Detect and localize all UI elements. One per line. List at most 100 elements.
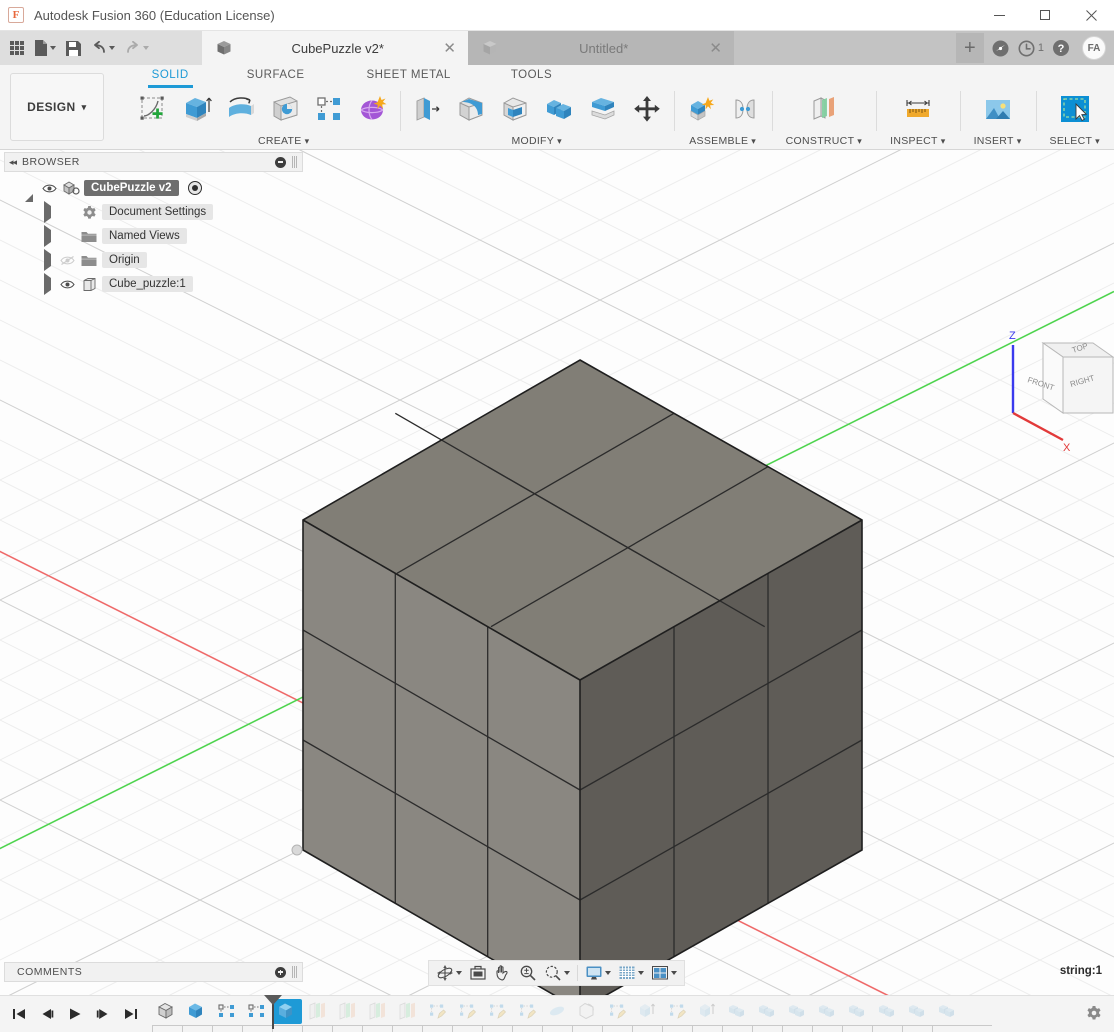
timeline-feature-combine[interactable] [902,999,932,1024]
timeline-feature-sketch-edit[interactable] [512,999,542,1024]
viewports-icon[interactable] [648,961,680,985]
tab-close-icon[interactable]: ✕ [709,41,722,56]
joint-icon[interactable] [724,87,766,131]
fillet-icon[interactable] [450,87,492,131]
save-icon[interactable] [62,35,85,61]
comments-resize-grip[interactable] [292,966,298,978]
undo-icon[interactable] [87,35,119,61]
tree-node-cube-puzzle-body[interactable]: Cube_puzzle:1 [4,272,303,296]
comments-panel[interactable]: COMMENTS [4,962,303,982]
extrude-icon[interactable] [176,87,218,131]
browser-resize-grip[interactable] [292,156,298,168]
tab-solid[interactable]: SOLID [142,65,199,85]
timeline-feature-plane[interactable] [332,999,362,1024]
offset-plane-icon[interactable] [803,87,845,131]
job-status-clock-icon[interactable]: 1 [1018,33,1044,63]
create-sketch-icon[interactable] [132,87,174,131]
avatar[interactable]: FA [1082,36,1106,60]
tree-node-named-views[interactable]: Named Views [4,224,303,248]
timeline-feature-combine[interactable] [782,999,812,1024]
timeline-feature-sketch[interactable] [212,999,242,1024]
expand-arrow-icon[interactable] [40,278,54,290]
timeline-feature-shell[interactable] [572,999,602,1024]
timeline-feature-sketch-edit[interactable] [422,999,452,1024]
help-icon[interactable]: ? [1046,33,1076,63]
minimize-button[interactable] [976,0,1022,31]
timeline-marker[interactable] [272,995,274,1029]
select-icon[interactable] [1054,87,1096,131]
chevron-down-icon[interactable] [564,971,570,975]
timeline-feature-extrude-cut[interactable] [692,999,722,1024]
measure-icon[interactable] [897,87,939,131]
pan-icon[interactable] [491,961,515,985]
combine-icon[interactable] [538,87,580,131]
tab-sheet-metal[interactable]: SHEET METAL [357,65,461,85]
chevron-down-icon[interactable] [456,971,462,975]
timeline-feature-sketch-edit[interactable] [482,999,512,1024]
timeline-feature-combine[interactable] [872,999,902,1024]
tab-surface[interactable]: SURFACE [237,65,315,85]
timeline-feature-component[interactable] [152,999,182,1024]
timeline-feature-sketch-edit[interactable] [602,999,632,1024]
panel-label-select[interactable]: SELECT ▾ [1050,133,1100,149]
timeline-feature-combine[interactable] [932,999,962,1024]
timeline-feature-plane[interactable] [302,999,332,1024]
timeline-feature-combine[interactable] [842,999,872,1024]
activate-component-radio[interactable] [188,181,202,195]
add-comment-icon[interactable] [275,967,286,978]
timeline-feature-plane[interactable] [392,999,422,1024]
panel-label-insert[interactable]: INSERT ▾ [974,133,1022,149]
chevron-down-icon[interactable] [605,971,611,975]
close-button[interactable] [1068,0,1114,31]
collapse-icon[interactable]: ◂◂ [9,157,16,168]
shell-icon[interactable] [494,87,536,131]
panel-label-construct[interactable]: CONSTRUCT ▾ [786,133,862,149]
tab-close-icon[interactable]: ✕ [443,41,456,56]
panel-label-modify[interactable]: MODIFY ▾ [406,133,668,149]
expand-arrow-icon[interactable] [40,230,54,242]
browser-collapse-dot-icon[interactable] [275,157,286,168]
timeline-feature-plane[interactable] [362,999,392,1024]
timeline-feature-fillet[interactable] [542,999,572,1024]
timeline-feature-sketch-edit[interactable] [452,999,482,1024]
workspace-switcher[interactable]: DESIGN ▾ [10,73,104,141]
grid-snaps-icon[interactable] [615,961,647,985]
expand-arrow-icon[interactable] [40,254,54,266]
maximize-button[interactable] [1022,0,1068,31]
look-at-icon[interactable] [466,961,490,985]
timeline-settings-icon[interactable] [1086,1005,1114,1024]
expand-arrow-icon[interactable] [40,206,54,218]
move-copy-icon[interactable] [626,87,668,131]
panel-label-assemble[interactable]: ASSEMBLE ▾ [680,133,766,149]
step-back-icon[interactable] [34,1001,60,1027]
orbit-icon[interactable] [433,961,465,985]
timeline-track[interactable] [152,996,1086,1032]
extensions-icon[interactable] [986,33,1016,63]
visibility-eye-icon[interactable] [58,279,76,290]
visibility-eye-off-icon[interactable] [58,255,76,266]
sweep-icon[interactable] [264,87,306,131]
zoom-icon[interactable] [516,961,540,985]
timeline-feature-sketch-edit[interactable] [662,999,692,1024]
redo-icon[interactable] [121,35,153,61]
panel-label-create[interactable]: CREATE ▾ [174,133,394,149]
fit-icon[interactable] [541,961,573,985]
new-file-icon[interactable] [30,35,60,61]
revolve-icon[interactable] [220,87,262,131]
split-body-icon[interactable] [582,87,624,131]
tree-node-document-settings[interactable]: Document Settings [4,200,303,224]
panel-label-inspect[interactable]: INSPECT ▾ [890,133,945,149]
app-grid-icon[interactable] [6,35,28,61]
chevron-down-icon[interactable] [671,971,677,975]
display-settings-icon[interactable] [582,961,614,985]
timeline-feature-extrude[interactable] [182,999,212,1024]
timeline-feature-extrude-cut[interactable] [632,999,662,1024]
play-icon[interactable] [62,1001,88,1027]
tab-tools[interactable]: TOOLS [501,65,562,85]
expand-arrow-icon[interactable] [22,182,36,194]
timeline-feature-combine[interactable] [722,999,752,1024]
visibility-eye-icon[interactable] [40,183,58,194]
new-component-icon[interactable] [680,87,722,131]
press-pull-icon[interactable] [406,87,448,131]
chevron-down-icon[interactable] [638,971,644,975]
